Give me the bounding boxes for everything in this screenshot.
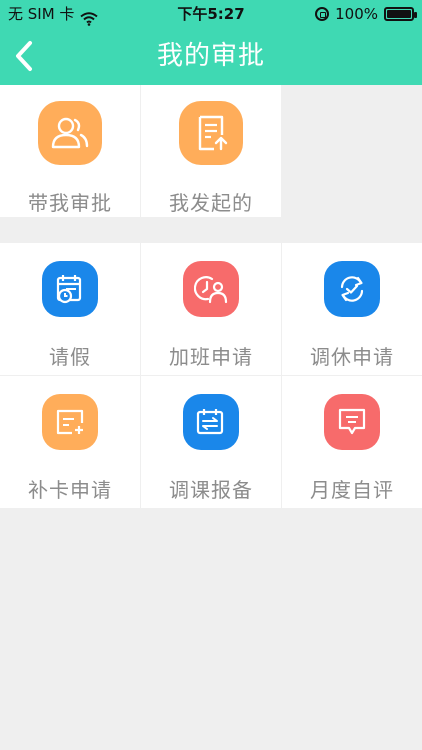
status-bar: 无 SIM 卡 下午5:27 100%	[0, 0, 422, 28]
refresh-check-icon	[324, 261, 380, 317]
tile-label: 我发起的	[169, 191, 253, 215]
tile-pending-approval[interactable]: 带我审批	[0, 85, 140, 217]
tile-monthly-self-evaluation[interactable]: 月度自评	[282, 376, 422, 508]
status-right: 100%	[315, 0, 417, 28]
tile-label: 调课报备	[169, 478, 253, 502]
page-title: 我的审批	[156, 41, 265, 71]
nav-bar: 我的审批	[0, 28, 422, 85]
document-upload-icon	[179, 101, 243, 165]
calendar-clock-icon	[42, 261, 98, 317]
tile-overtime[interactable]: 加班申请	[141, 243, 281, 375]
tile-class-change[interactable]: 调课报备	[141, 376, 281, 508]
battery-icon	[384, 7, 417, 21]
orientation-lock-icon	[315, 7, 330, 21]
application-section: 请假 加班申请 调休申请 补卡申请 调课报备 月度自评	[0, 243, 422, 508]
calendar-swap-icon	[183, 394, 239, 450]
tile-label: 带我审批	[28, 191, 112, 215]
tile-label: 请假	[49, 345, 91, 369]
approval-section: 带我审批 我发起的	[0, 85, 422, 217]
tile-my-initiated[interactable]: 我发起的	[141, 85, 281, 217]
message-icon	[324, 394, 380, 450]
header: 无 SIM 卡 下午5:27 100% 我的审批	[0, 0, 422, 85]
tile-label: 加班申请	[169, 345, 253, 369]
clock-person-icon	[183, 261, 239, 317]
tile-label: 月度自评	[310, 478, 394, 502]
tile-label: 调休申请	[310, 345, 394, 369]
card-plus-icon	[42, 394, 98, 450]
tile-card-supplement[interactable]: 补卡申请	[0, 376, 140, 508]
tile-label: 补卡申请	[28, 478, 112, 502]
tile-leave[interactable]: 请假	[0, 243, 140, 375]
battery-percent: 100%	[335, 5, 378, 23]
people-icon	[38, 101, 102, 165]
tile-compensatory-leave[interactable]: 调休申请	[282, 243, 422, 375]
